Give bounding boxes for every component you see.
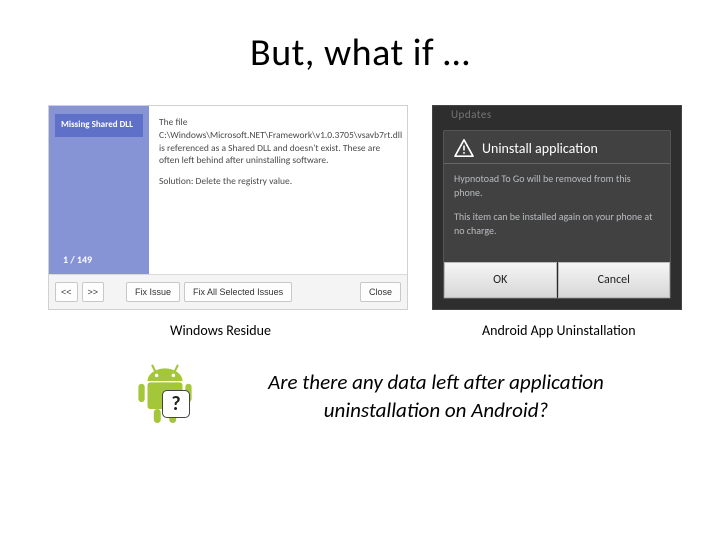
- fix-all-button[interactable]: Fix All Selected Issues: [184, 282, 292, 302]
- backdrop-label: Updates: [451, 108, 492, 121]
- fix-issue-button[interactable]: Fix Issue: [126, 282, 180, 302]
- windows-body: The file C:\Windows\Microsoft.NET\Framew…: [159, 116, 397, 196]
- issue-badge: Missing Shared DLL: [55, 114, 143, 137]
- slide: But, what if … Missing Shared DLL 1 / 14…: [0, 0, 720, 540]
- close-button[interactable]: Close: [360, 282, 401, 302]
- caption-android: Android App Uninstallation: [482, 322, 636, 339]
- slide-title: But, what if …: [0, 30, 720, 76]
- caption-windows: Windows Residue: [170, 322, 271, 339]
- windows-footer: << >> Fix Issue Fix All Selected Issues …: [49, 274, 407, 309]
- next-button[interactable]: >>: [82, 282, 105, 302]
- ok-button[interactable]: OK: [444, 262, 557, 298]
- dialog-title: Uninstall application: [482, 140, 598, 157]
- warning-icon: [454, 139, 474, 157]
- android-screen: Updates Uninstall application Hypnotoad …: [432, 105, 682, 310]
- slide-question: Are there any data left after applicatio…: [216, 368, 656, 425]
- dialog-body: Hypnotoad To Go will be removed from thi…: [444, 164, 670, 262]
- android-dialog: Uninstall application Hypnotoad To Go wi…: [443, 130, 671, 299]
- android-robot-icon: ?: [130, 360, 200, 430]
- issue-counter: 1 / 149: [49, 245, 149, 274]
- windows-dialog: Missing Shared DLL 1 / 149 The file C:\W…: [48, 105, 408, 310]
- issue-solution: Solution: Delete the registry value.: [159, 175, 397, 188]
- prev-button[interactable]: <<: [55, 282, 78, 302]
- dialog-line2: This item can be installed again on your…: [454, 210, 660, 238]
- dialog-line1: Hypnotoad To Go will be removed from thi…: [454, 172, 660, 200]
- windows-sidebar: Missing Shared DLL 1 / 149: [49, 106, 149, 274]
- question-mark-icon: ?: [162, 390, 190, 418]
- dialog-title-row: Uninstall application: [444, 131, 670, 163]
- dialog-buttons: OK Cancel: [444, 262, 670, 298]
- cancel-button[interactable]: Cancel: [558, 262, 671, 298]
- issue-description: The file C:\Windows\Microsoft.NET\Framew…: [159, 116, 397, 167]
